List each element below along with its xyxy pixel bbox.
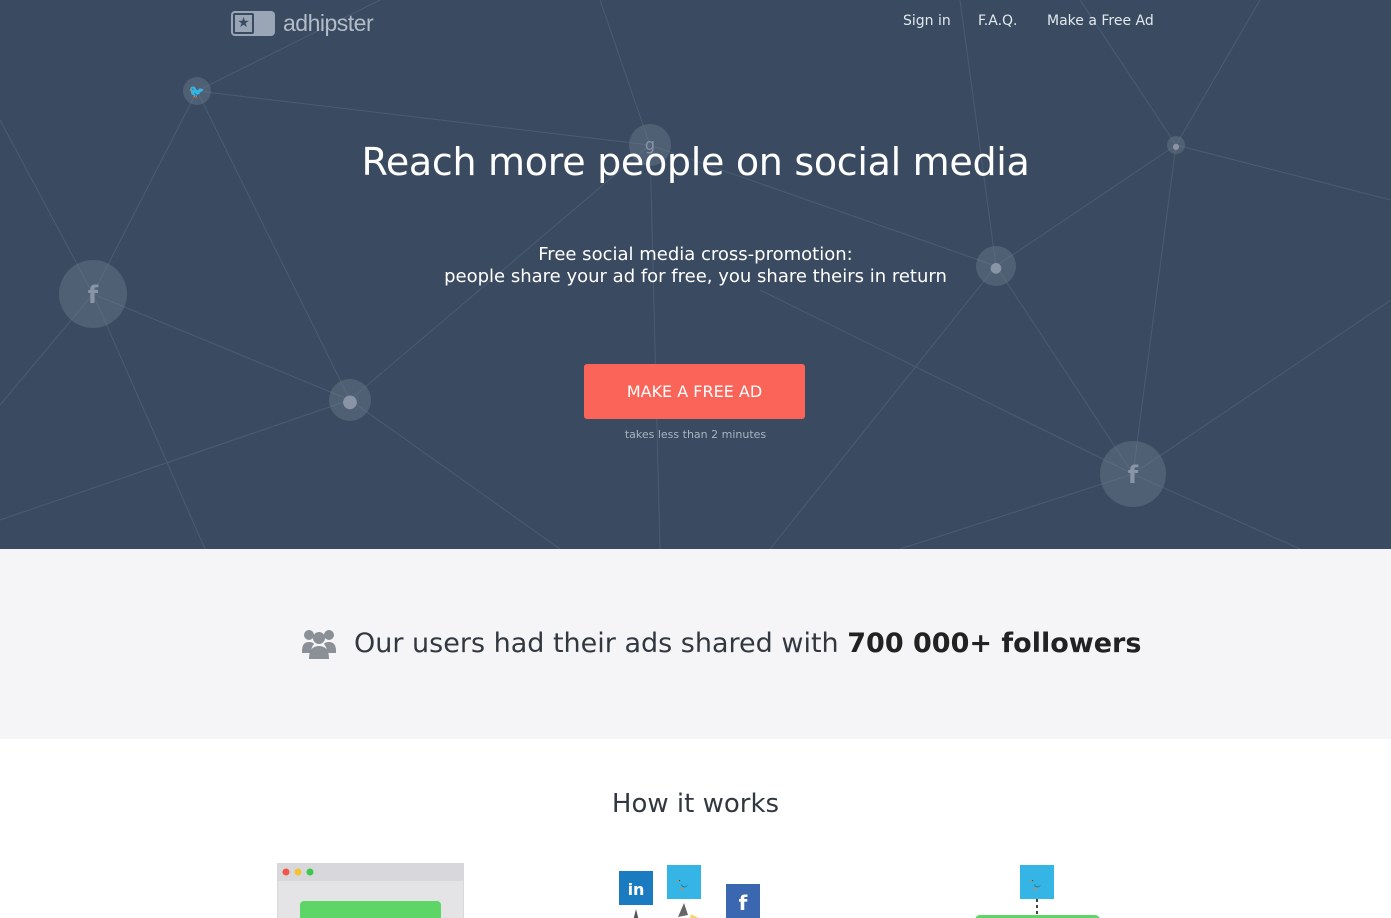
top-nav: ★ adhipster Sign in F.A.Q. Make a Free A… [0, 0, 1391, 46]
social-share-illustration: in 🐦 f [619, 865, 760, 918]
share-flow-illustration: 🐦 [975, 865, 1100, 918]
users-group-icon [302, 630, 336, 659]
hero-subtitle-line2: people share your ad for free, you share… [444, 266, 947, 287]
how-it-works-title: How it works [611, 789, 780, 819]
hero-section: 🐦 f ● g ● ● f ★ adhipster Sign in F.A.Q.… [0, 0, 1391, 549]
svg-text:f: f [739, 891, 748, 915]
nav-faq-link[interactable]: F.A.Q. [978, 13, 1018, 29]
svg-text:🐦: 🐦 [1028, 876, 1045, 892]
hero-subtitle: Free social media cross-promotion: peopl… [0, 244, 1391, 288]
logo-star-icon: ★ [231, 11, 275, 36]
stats-section: Our users had their ads shared with 700 … [0, 549, 1391, 739]
hero-title: Reach more people on social media [361, 140, 1030, 184]
browser-window-illustration [277, 863, 464, 918]
how-it-works-section: How it works in 🐦 f 🐦 [0, 739, 1391, 918]
hero-subtitle-line1: Free social media cross-promotion: [538, 244, 853, 265]
facebook-icon: f [1128, 461, 1139, 489]
logo-text: adhipster [283, 10, 374, 36]
svg-text:in: in [628, 880, 645, 899]
stats-text: Our users had their ads shared with 700 … [354, 628, 1141, 659]
svg-text:🐦: 🐦 [675, 876, 692, 892]
twitter-icon: 🐦 [189, 85, 205, 100]
stats-row: Our users had their ads shared with 700 … [302, 627, 1141, 659]
nav-make-ad-link[interactable]: Make a Free Ad [1047, 13, 1154, 29]
logo[interactable]: ★ adhipster [231, 10, 374, 37]
stats-prefix: Our users had their ads shared with [354, 627, 839, 659]
nav-signin-link[interactable]: Sign in [903, 13, 951, 29]
stats-highlight: 700 000+ followers [847, 627, 1142, 659]
cta-note: takes less than 2 minutes [624, 428, 767, 441]
user-icon: ● [342, 391, 358, 412]
make-free-ad-button[interactable]: MAKE A FREE AD [584, 364, 805, 419]
